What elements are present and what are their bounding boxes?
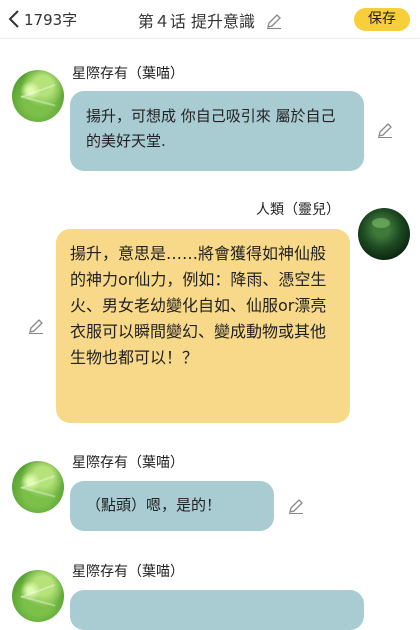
chapter-title-text: 第４话 提升意識 bbox=[137, 12, 255, 31]
pencil-icon[interactable] bbox=[377, 122, 393, 142]
message-bubble[interactable]: 揚升，意思是……將會獲得如神仙般的神力or仙力，例如：降雨、憑空生火、男女老幼變… bbox=[56, 229, 350, 423]
save-button[interactable]: 保存 bbox=[354, 8, 410, 31]
top-bar: 1793字 第４话 提升意識 保存 bbox=[0, 0, 420, 39]
avatar[interactable] bbox=[12, 70, 64, 122]
message-bubble[interactable]: 揚升，可想成 你自己吸引來 屬於自己的美好天堂. bbox=[70, 91, 364, 171]
message-bubble[interactable]: （點頭）嗯，是的！ bbox=[70, 481, 274, 531]
sender-name: 人類（靈兒） bbox=[256, 202, 340, 218]
message-bubble[interactable] bbox=[70, 590, 364, 630]
pencil-icon[interactable] bbox=[288, 498, 304, 518]
avatar[interactable] bbox=[358, 208, 410, 260]
pencil-icon[interactable] bbox=[28, 318, 44, 338]
avatar[interactable] bbox=[12, 570, 64, 622]
pencil-icon[interactable] bbox=[266, 13, 282, 33]
sender-name: 星際存有（葉喵） bbox=[72, 564, 184, 580]
avatar[interactable] bbox=[12, 461, 64, 513]
sender-name: 星際存有（葉喵） bbox=[72, 455, 184, 471]
sender-name: 星際存有（葉喵） bbox=[72, 66, 184, 82]
